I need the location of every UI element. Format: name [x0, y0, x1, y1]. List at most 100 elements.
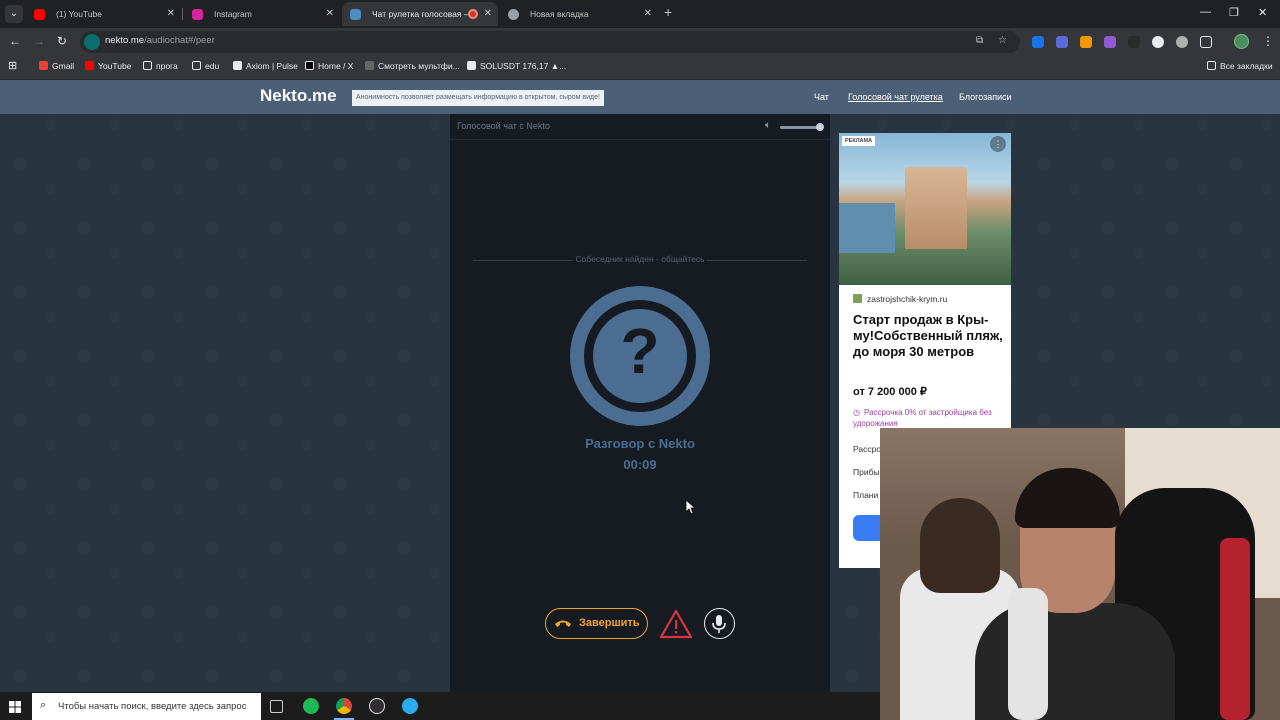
extension-icon[interactable] — [1056, 36, 1068, 48]
tab-nekto[interactable]: Чат рулетка голосовая — ✕ — [342, 2, 498, 26]
tradingview-icon — [467, 61, 476, 70]
nav-voice-roulette[interactable]: Голосовой чат рулетка — [848, 92, 943, 102]
site-notice: Анонимность позволяет размещать информац… — [352, 90, 604, 106]
cam-microphone — [1008, 588, 1048, 720]
bookmark-gmail[interactable]: Gmail — [39, 61, 74, 71]
extension-icon[interactable] — [1080, 36, 1092, 48]
telegram-icon[interactable] — [402, 698, 418, 714]
end-call-label: Завершить — [579, 617, 640, 629]
x-icon — [305, 61, 314, 70]
folder-icon — [1207, 61, 1216, 70]
conversation-label: Разговор с Nekto — [585, 436, 695, 451]
bookmark-x[interactable]: Home / X — [305, 61, 353, 71]
webcam-overlay — [880, 428, 1280, 720]
site-icon — [365, 61, 374, 70]
chrome-icon[interactable] — [336, 698, 352, 714]
close-icon[interactable]: ✕ — [167, 2, 175, 26]
profile-avatar[interactable] — [1234, 34, 1249, 49]
browser-toolbar: ← → ↻ nekto.me/audiochat#/peer ⧉ ☆ ⋮ — [0, 28, 1280, 56]
tab-instagram[interactable]: Instagram ✕ — [184, 2, 340, 26]
back-icon[interactable]: ← — [9, 34, 21, 48]
install-app-icon[interactable]: ⧉ — [976, 35, 983, 46]
new-tab-plus-icon[interactable]: + — [664, 4, 672, 20]
folder-icon — [192, 61, 201, 70]
site-favicon-icon — [853, 294, 862, 303]
tab-title: Instagram — [214, 9, 252, 19]
tab-youtube[interactable]: (1) YouTube ✕ — [26, 2, 181, 26]
volume-slider-handle[interactable] — [816, 123, 824, 131]
ad-title[interactable]: Старт продаж в Кры-му!Собственный пляж, … — [853, 312, 1003, 360]
ad-more-options-icon[interactable]: ⋮ — [990, 136, 1006, 152]
volume-icon[interactable]: 🔈︎ — [765, 120, 771, 131]
folder-icon — [143, 61, 152, 70]
extensions-puzzle-icon[interactable] — [1200, 36, 1212, 48]
windows-taskbar: ⌕ Чтобы начать поиск, введите здесь запр… — [0, 692, 880, 720]
ad-badge: РЕКЛАМА — [842, 136, 876, 146]
nekto-icon — [350, 9, 361, 20]
tab-search-chevron-icon[interactable]: ⌄ — [5, 5, 23, 23]
tab-new[interactable]: Новая вкладка ✕ — [500, 2, 658, 26]
forward-icon[interactable]: → — [33, 34, 45, 48]
bookmarks-bar: ⊞ Gmail YouTube прога edu Axiom | Pulse … — [0, 56, 1280, 80]
taskbar-search-box[interactable]: ⌕ Чтобы начать поиск, введите здесь запр… — [32, 693, 261, 720]
microphone-icon — [712, 615, 726, 633]
close-icon[interactable]: ✕ — [644, 2, 652, 26]
bookmark-star-icon[interactable]: ☆ — [998, 35, 1007, 46]
ad-credit-terms: ◷ Рассрочка 0% от застройщика без удорожа… — [853, 408, 992, 428]
cam-background-person-head — [920, 498, 1000, 593]
hang-up-phone-icon — [554, 609, 572, 640]
ad-image[interactable]: РЕКЛАМА ⋮ — [839, 133, 1011, 285]
site-logo[interactable]: Nekto.me — [260, 86, 337, 106]
tab-title: Чат рулетка голосовая — — [372, 9, 473, 19]
bookmark-folder-proga[interactable]: прога — [143, 61, 178, 71]
windows-start-icon[interactable] — [9, 700, 21, 713]
tab-separator — [182, 8, 183, 20]
bookmark-axiom[interactable]: Axiom | Pulse — [233, 61, 298, 71]
ad-feature-row: Рассро — [853, 444, 882, 454]
minimize-icon[interactable]: — — [1200, 6, 1211, 18]
url-text[interactable]: nekto.me/audiochat#/peer — [105, 35, 215, 46]
axiom-icon — [233, 61, 242, 70]
search-icon: ⌕ — [40, 699, 47, 711]
more-menu-icon[interactable]: ⋮ — [1262, 34, 1274, 48]
nav-blog[interactable]: Блогозаписи — [959, 92, 1012, 102]
instagram-icon — [192, 9, 203, 20]
bookmark-solusdt[interactable]: SOLUSDT 176,17 ▲... — [467, 61, 566, 71]
cam-streamer-body — [975, 603, 1175, 720]
bookmark-youtube[interactable]: YouTube — [85, 61, 131, 71]
spotify-icon[interactable] — [303, 698, 319, 714]
task-view-icon[interactable] — [270, 700, 283, 713]
apps-grid-icon[interactable]: ⊞ — [8, 59, 17, 72]
extension-icon[interactable] — [1176, 36, 1188, 48]
ad-feature-row: Плани — [853, 490, 879, 500]
search-placeholder: Чтобы начать поиск, введите здесь запрос — [58, 701, 247, 712]
window-close-icon[interactable]: ✕ — [1258, 6, 1267, 19]
chat-title: Голосовой чат с Nekto — [457, 121, 550, 131]
ad-domain[interactable]: zastrojshchik-krym.ru — [853, 294, 947, 304]
all-bookmarks[interactable]: Все закладки — [1207, 61, 1273, 71]
cam-chair-accent — [1220, 538, 1250, 720]
restore-icon[interactable]: ❐ — [1229, 6, 1239, 19]
extension-icon[interactable] — [1128, 36, 1140, 48]
extension-icon[interactable] — [1032, 36, 1044, 48]
recording-icon — [468, 9, 478, 19]
address-bar[interactable]: nekto.me/audiochat#/peer ⧉ ☆ — [80, 31, 1020, 53]
call-timer: 00:09 — [623, 457, 657, 472]
mouse-cursor-icon — [685, 499, 697, 518]
obs-icon[interactable] — [369, 698, 385, 714]
peer-found-status: Собеседник найден - общайтесь — [575, 254, 705, 264]
microphone-button[interactable] — [704, 608, 735, 639]
close-icon[interactable]: ✕ — [326, 2, 334, 26]
clock-icon: ◷ — [853, 408, 860, 417]
report-warning-icon[interactable] — [659, 608, 693, 640]
ad-feature-row: Прибы — [853, 467, 880, 477]
extension-icon[interactable] — [1104, 36, 1116, 48]
site-info-icon[interactable] — [84, 34, 100, 50]
reload-icon[interactable]: ↻ — [57, 34, 67, 48]
bookmark-cartoons[interactable]: Смотреть мультфи... — [365, 61, 460, 71]
bookmark-folder-edu[interactable]: edu — [192, 61, 219, 71]
end-call-button[interactable]: Завершить — [545, 608, 648, 639]
nav-chat[interactable]: Чат — [814, 92, 829, 102]
close-icon[interactable]: ✕ — [484, 2, 492, 26]
extension-icon[interactable] — [1152, 36, 1164, 48]
